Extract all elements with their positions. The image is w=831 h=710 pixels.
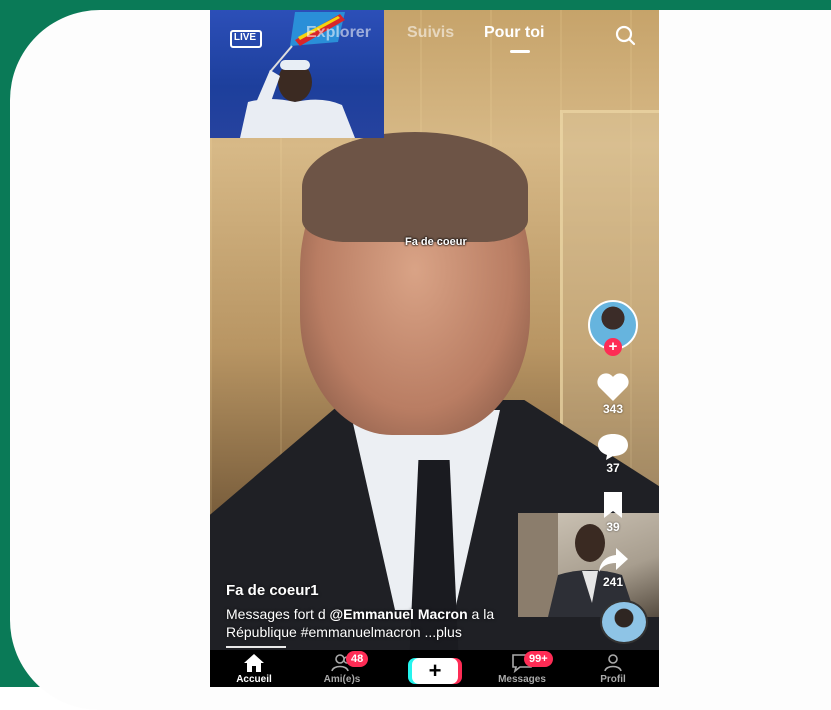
video-overlay-text: Fa de coeur — [405, 236, 467, 248]
heart-icon — [597, 373, 629, 401]
nav-profile-label: Profil — [600, 674, 626, 685]
video-progress-bar[interactable] — [226, 646, 286, 648]
home-icon — [244, 654, 264, 672]
description-prefix: Messages fort d — [226, 606, 330, 622]
nav-friends[interactable]: Ami(e)s 48 — [312, 651, 372, 685]
comment-count: 37 — [606, 461, 620, 475]
video-description: Messages fort d @Emmanuel Macron a la Ré… — [226, 605, 566, 641]
comment-button[interactable]: 37 — [588, 431, 638, 475]
video-person-hair — [302, 132, 528, 242]
friends-badge: 48 — [346, 651, 369, 667]
follow-button[interactable]: + — [604, 338, 622, 356]
music-disc-icon[interactable] — [600, 600, 648, 644]
mention-link[interactable]: @Emmanuel Macron — [330, 606, 468, 622]
messages-badge: 99+ — [524, 651, 553, 667]
share-count: 241 — [602, 575, 624, 589]
create-button[interactable]: + — [408, 658, 462, 684]
phone-screen: LIVE Explorer Suivis Pour toi Fa de coeu… — [210, 10, 659, 687]
comment-icon — [598, 434, 628, 460]
nav-messages[interactable]: Messages 99+ — [492, 651, 553, 685]
nav-home[interactable]: Accueil — [224, 653, 284, 685]
nav-home-label: Accueil — [236, 674, 272, 685]
search-icon[interactable] — [614, 24, 636, 46]
bookmark-icon — [604, 492, 622, 518]
share-arrow-icon — [599, 548, 628, 572]
live-button[interactable]: LIVE — [228, 24, 262, 48]
save-count: 39 — [606, 520, 620, 534]
author-name[interactable]: Fa de coeur1 — [226, 582, 566, 599]
profile-icon — [604, 654, 622, 672]
hashtag-link[interactable]: #emmanuelmacron — [301, 624, 421, 640]
save-button[interactable]: 39 — [588, 490, 638, 534]
nav-messages-label: Messages — [498, 674, 546, 685]
like-button[interactable]: 343 — [588, 372, 638, 416]
live-label: LIVE — [233, 32, 257, 43]
plus-icon: + — [412, 658, 458, 684]
nav-friends-label: Ami(e)s — [323, 674, 361, 685]
like-count: 343 — [602, 402, 624, 416]
video-caption: Fa de coeur1 Messages fort d @Emmanuel M… — [226, 582, 566, 641]
share-button[interactable]: 241 — [588, 545, 638, 589]
active-tab-indicator — [510, 50, 530, 53]
bottom-navigation: Accueil Ami(e)s 48 + Messages 99+ Profil — [210, 650, 659, 687]
more-link[interactable]: ...plus — [421, 624, 461, 640]
nav-profile[interactable]: Profil — [583, 653, 643, 685]
tab-explorer[interactable]: Explorer — [306, 24, 371, 42]
top-navigation: LIVE Explorer Suivis Pour toi — [210, 10, 659, 60]
tab-pour-toi[interactable]: Pour toi — [484, 24, 544, 42]
tab-suivis[interactable]: Suivis — [407, 24, 454, 42]
